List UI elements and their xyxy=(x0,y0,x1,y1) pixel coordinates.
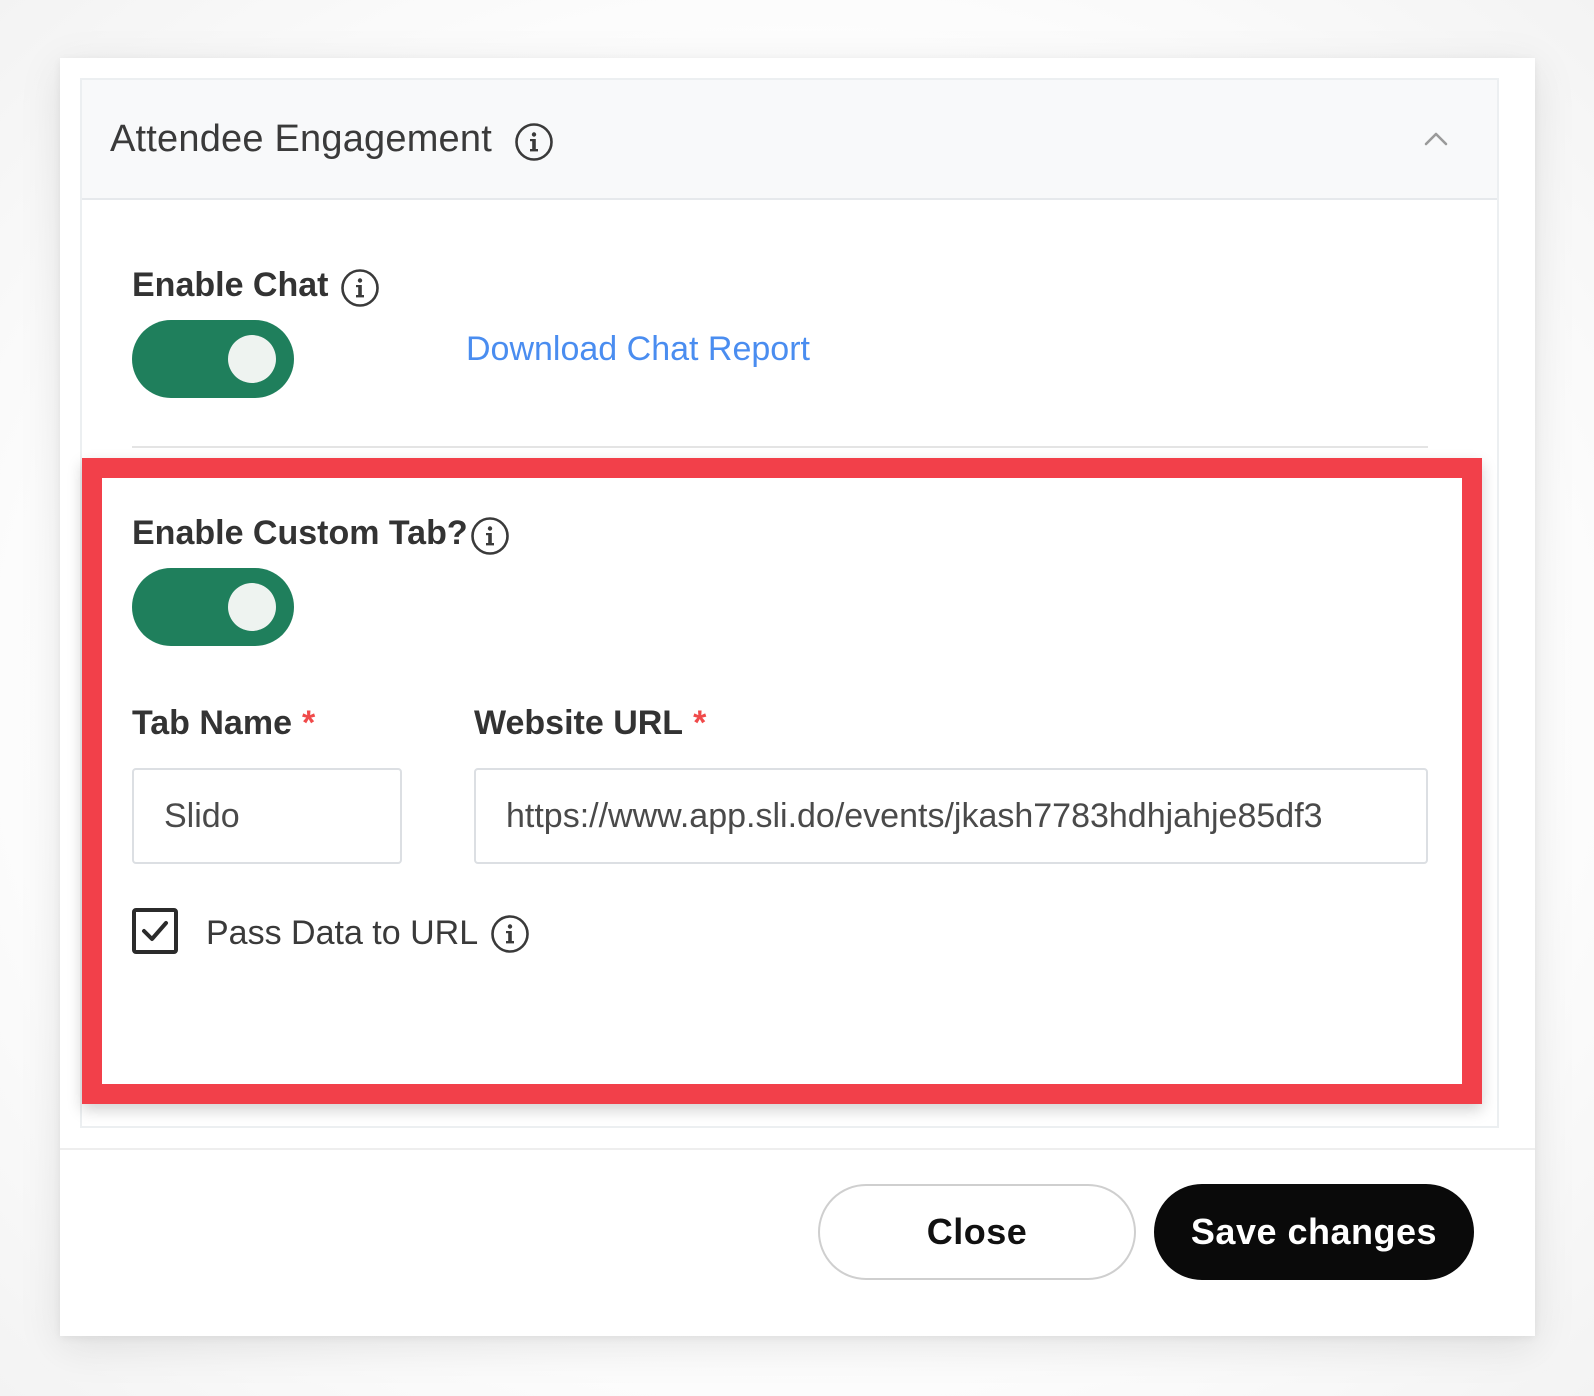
download-chat-report-link[interactable]: Download Chat Report xyxy=(466,330,810,369)
info-icon[interactable] xyxy=(514,122,554,162)
attendee-engagement-accordion: Attendee Engagement Enable Chat Download… xyxy=(80,78,1499,1128)
footer-divider xyxy=(60,1148,1535,1150)
pass-data-checkbox[interactable] xyxy=(132,908,178,954)
accordion-header[interactable]: Attendee Engagement xyxy=(82,80,1497,200)
pass-data-label: Pass Data to URL xyxy=(206,914,479,952)
website-url-label-text: Website URL xyxy=(474,704,684,742)
toggle-knob xyxy=(228,583,276,631)
required-mark: * xyxy=(301,704,316,742)
tab-name-label-text: Tab Name xyxy=(132,704,292,742)
enable-chat-toggle[interactable] xyxy=(132,320,294,398)
required-mark: * xyxy=(693,704,707,742)
website-url-label: Website URL * xyxy=(474,704,706,743)
close-button[interactable]: Close xyxy=(818,1184,1136,1280)
chevron-up-icon[interactable] xyxy=(1423,126,1449,152)
info-icon[interactable] xyxy=(470,516,510,556)
enable-custom-tab-toggle[interactable] xyxy=(132,568,294,646)
tab-name-label: Tab Name * xyxy=(132,704,315,743)
info-icon[interactable] xyxy=(490,914,530,954)
checkmark-icon xyxy=(142,921,168,941)
enable-chat-label: Enable Chat xyxy=(132,266,329,304)
accordion-title: Attendee Engagement xyxy=(110,118,492,160)
info-icon[interactable] xyxy=(340,268,380,308)
section-divider xyxy=(132,446,1428,448)
settings-modal: Attendee Engagement Enable Chat Download… xyxy=(60,58,1535,1336)
toggle-knob xyxy=(228,335,276,383)
website-url-input[interactable] xyxy=(474,768,1428,864)
tab-name-input[interactable] xyxy=(132,768,402,864)
enable-custom-tab-label: Enable Custom Tab? xyxy=(132,514,468,552)
save-changes-button[interactable]: Save changes xyxy=(1154,1184,1474,1280)
